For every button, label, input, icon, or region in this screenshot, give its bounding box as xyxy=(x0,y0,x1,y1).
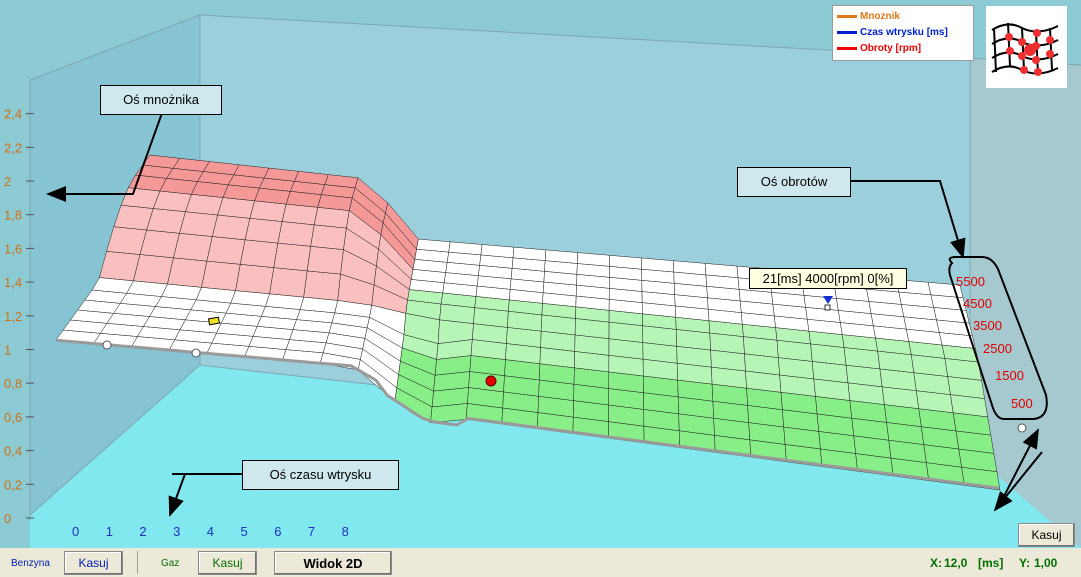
legend: Mnoznik Czas wtrysku [ms] Obroty [rpm] xyxy=(832,5,974,61)
x-axis-tick: 4 xyxy=(207,524,214,539)
y-coord-value: 1,00 xyxy=(1034,556,1058,570)
x-axis-tick: 0 xyxy=(72,524,79,539)
x-axis-tick: 6 xyxy=(274,524,281,539)
x-axis-tick: 7 xyxy=(308,524,315,539)
x-axis-tick: 8 xyxy=(342,524,349,539)
gaz-label: Gaz xyxy=(161,558,180,569)
legend-swatch xyxy=(837,14,857,18)
y-coord-label: Y: xyxy=(1019,556,1031,570)
z-axis-tick: 0,8 xyxy=(4,376,22,391)
toolbar-divider xyxy=(137,551,138,574)
z-axis-tick: 1,6 xyxy=(4,241,22,256)
view-2d-button[interactable]: Widok 2D xyxy=(274,551,392,575)
z-axis-tick: 2 xyxy=(4,174,11,189)
z-axis-tick: 1,8 xyxy=(4,208,22,223)
z-axis-tick: 0,4 xyxy=(4,444,22,459)
legend-swatch xyxy=(837,46,857,50)
callout-multiplier-axis: Oś mnożnika xyxy=(100,85,222,115)
x-coord-unit: [ms] xyxy=(978,556,1004,570)
z-axis-tick: 2,2 xyxy=(4,140,22,155)
clear-map-button[interactable]: Kasuj xyxy=(1018,523,1075,547)
map-grid-logo xyxy=(986,6,1067,88)
clear-petrol-button[interactable]: Kasuj xyxy=(64,551,123,575)
z-axis-tick: 0,6 xyxy=(4,410,22,425)
benzyna-label: Benzyna xyxy=(11,558,50,569)
z-axis-tick: 2,4 xyxy=(4,107,22,122)
clear-gas-button[interactable]: Kasuj xyxy=(198,551,257,575)
x-axis-tick: 3 xyxy=(173,524,180,539)
grid-logo-icon xyxy=(991,22,1059,76)
z-axis-tick: 0,2 xyxy=(4,477,22,492)
cursor-tooltip: 21[ms] 4000[rpm] 0[%] xyxy=(749,268,907,289)
map-3d-view[interactable]: 0 0,2 0,4 0,6 0,8 1 1,2 1,4 1,6 1,8 2 2,2 2,4 0 1 2 3 4 5 6… xyxy=(0,0,1081,548)
x-coord-label: X: xyxy=(930,556,942,570)
map-3d-scene[interactable]: 0 0,2 0,4 0,6 0,8 1 1,2 1,4 1,6 1,8 2 2,2 2,4 0 1 2 3 4 5 6… xyxy=(0,0,1081,548)
legend-item-obroty: Obroty [rpm] xyxy=(837,42,921,56)
x-coord-value: 12,0 xyxy=(944,556,968,570)
x-axis-tick: 5 xyxy=(241,524,248,539)
x-axis-tick: 2 xyxy=(139,524,146,539)
rpm-axis-highlight xyxy=(948,256,1048,420)
callout-time-axis: Oś czasu wtrysku xyxy=(242,460,399,490)
z-axis-tick: 1,2 xyxy=(4,309,22,324)
z-axis-tick: 1,4 xyxy=(4,275,22,290)
legend-swatch xyxy=(837,30,857,34)
legend-item-czas: Czas wtrysku [ms] xyxy=(837,26,948,40)
legend-item-mnoznik: Mnoznik xyxy=(837,10,900,24)
z-axis-tick: 0 xyxy=(4,511,11,526)
callout-rpm-axis: Oś obrotów xyxy=(737,167,851,197)
bottom-toolbar: Benzyna Kasuj Gaz Kasuj Widok 2D X: 12,0… xyxy=(0,548,1081,577)
x-axis-tick: 1 xyxy=(106,524,113,539)
z-axis-tick: 1 xyxy=(4,343,11,358)
